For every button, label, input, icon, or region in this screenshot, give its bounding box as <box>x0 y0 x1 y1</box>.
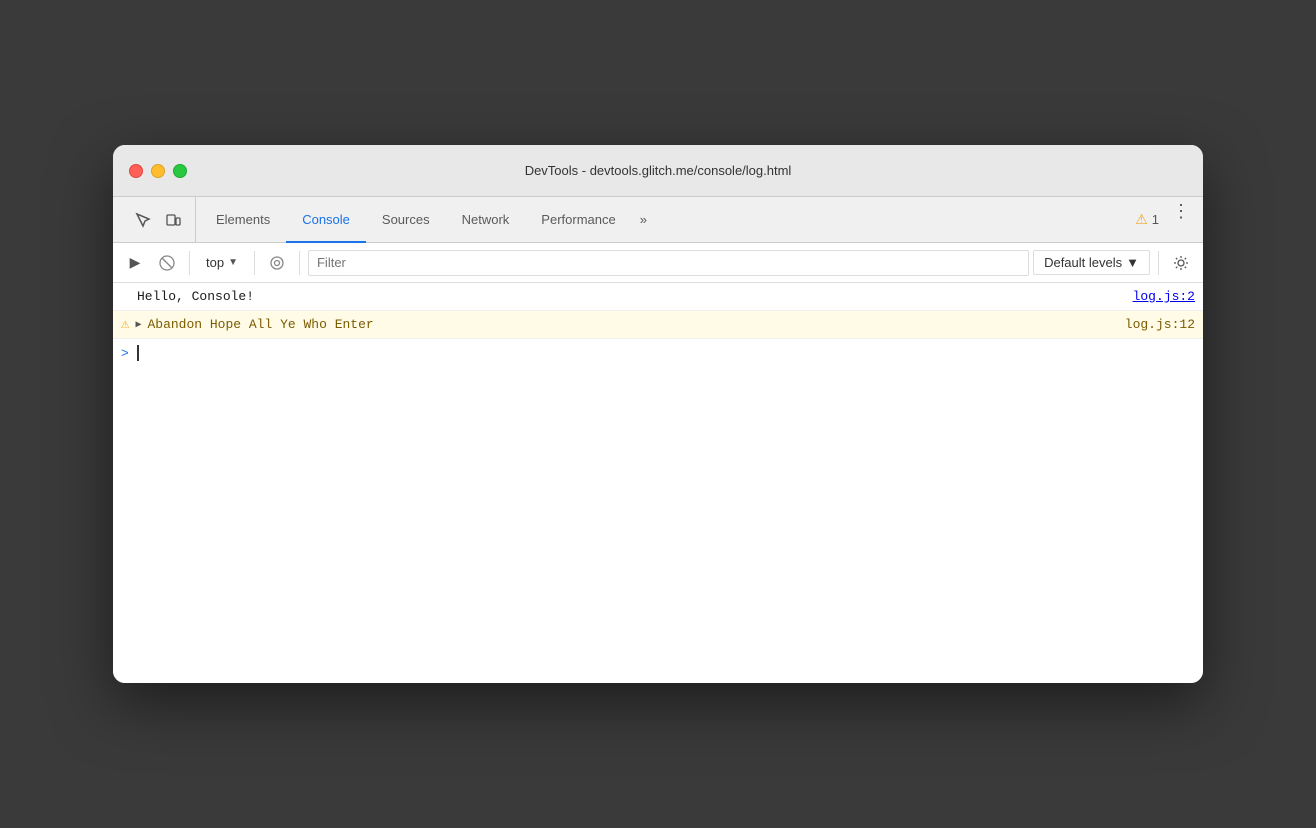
title-bar: DevTools - devtools.glitch.me/console/lo… <box>113 145 1203 197</box>
warning-row-icon: ⚠ <box>121 316 129 333</box>
toolbar-divider-1 <box>189 251 190 275</box>
warning-message-1: Abandon Hope All Ye Who Enter <box>147 317 373 332</box>
filter-input[interactable] <box>308 250 1029 276</box>
toolbar-divider-3 <box>299 251 300 275</box>
close-button[interactable] <box>129 164 143 178</box>
device-toolbar-button[interactable] <box>159 206 187 234</box>
devtools-window: DevTools - devtools.glitch.me/console/lo… <box>113 145 1203 683</box>
console-settings-button[interactable] <box>1167 249 1195 277</box>
log-message-1: Hello, Console! <box>137 289 254 304</box>
levels-dropdown-icon: ▼ <box>1126 255 1139 270</box>
console-content: Hello, Console! log.js:2 ⚠ ▶ Abandon Hop… <box>113 283 1203 683</box>
traffic-lights <box>129 164 187 178</box>
warning-link-1[interactable]: log.js:12 <box>1125 317 1195 332</box>
console-input-row[interactable]: > <box>113 339 1203 367</box>
console-log-row-1: Hello, Console! log.js:2 <box>113 283 1203 311</box>
devtools-tab-bar: Elements Console Sources Network Perform… <box>113 197 1203 243</box>
clear-console-button[interactable] <box>153 249 181 277</box>
tab-sources[interactable]: Sources <box>366 198 446 243</box>
toolbar-divider-4 <box>1158 251 1159 275</box>
tab-console[interactable]: Console <box>286 198 366 243</box>
inspect-element-button[interactable] <box>129 206 157 234</box>
context-selector[interactable]: top ▼ <box>198 253 246 272</box>
context-dropdown-arrow-icon: ▼ <box>228 257 238 268</box>
log-levels-button[interactable]: Default levels ▼ <box>1033 250 1150 275</box>
warnings-button[interactable]: ⚠ 1 <box>1127 197 1167 242</box>
more-tabs-button[interactable]: » <box>632 197 655 242</box>
warning-icon: ⚠ <box>1135 211 1148 228</box>
console-warning-row-1: ⚠ ▶ Abandon Hope All Ye Who Enter log.js… <box>113 311 1203 339</box>
window-title: DevTools - devtools.glitch.me/console/lo… <box>525 163 792 178</box>
console-cursor <box>137 345 139 361</box>
console-prompt-icon: > <box>121 346 129 361</box>
console-toolbar: ▶ top ▼ Default levels ▼ <box>113 243 1203 283</box>
minimize-button[interactable] <box>151 164 165 178</box>
toolbar-divider-2 <box>254 251 255 275</box>
tab-network[interactable]: Network <box>446 198 526 243</box>
log-link-1[interactable]: log.js:2 <box>1133 289 1195 304</box>
devtools-menu-button[interactable]: ⋮ <box>1167 197 1195 225</box>
tab-performance[interactable]: Performance <box>525 198 631 243</box>
tab-elements[interactable]: Elements <box>200 198 286 243</box>
expand-arrow-icon[interactable]: ▶ <box>135 319 141 331</box>
preserve-log-button[interactable] <box>263 249 291 277</box>
show-console-sidebar-button[interactable]: ▶ <box>121 249 149 277</box>
maximize-button[interactable] <box>173 164 187 178</box>
toolbar-icon-group <box>121 197 196 242</box>
